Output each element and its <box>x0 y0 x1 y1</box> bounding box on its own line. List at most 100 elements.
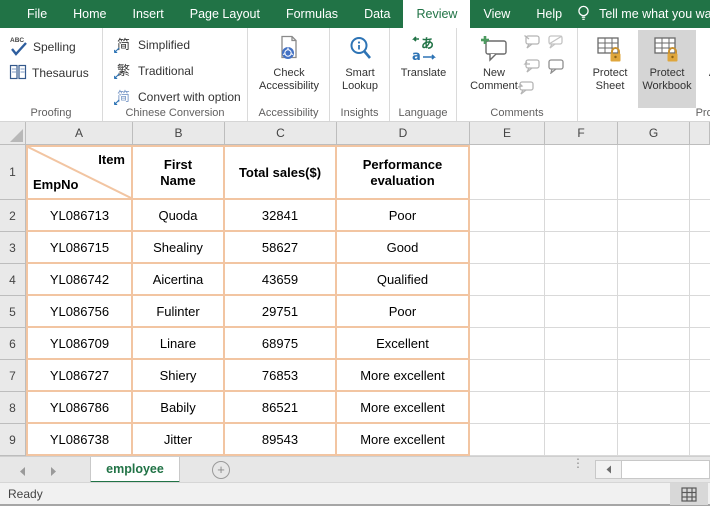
cell-C9[interactable]: 89543 <box>225 424 337 456</box>
tab-review[interactable]: Review <box>403 0 470 28</box>
cell-E4[interactable] <box>470 264 545 296</box>
cell-G4[interactable] <box>618 264 690 296</box>
tab-home[interactable]: Home <box>60 0 119 28</box>
tab-insert[interactable]: Insert <box>120 0 177 28</box>
cell-C8[interactable]: 86521 <box>225 392 337 424</box>
cell-H5[interactable] <box>690 296 710 328</box>
delete-comment-icon[interactable] <box>523 34 541 55</box>
simplified-button[interactable]: 简 ↙ Simplified <box>115 34 190 56</box>
tab-page-layout[interactable]: Page Layout <box>177 0 273 28</box>
cell-H4[interactable] <box>690 264 710 296</box>
row-header-9[interactable]: 9 <box>0 424 26 456</box>
col-header-C[interactable]: C <box>225 122 337 145</box>
cell-A2[interactable]: YL086713 <box>26 200 133 232</box>
cell-H1[interactable] <box>690 145 710 200</box>
cell-B3[interactable]: Shealiny <box>133 232 225 264</box>
horizontal-scrollbar[interactable] <box>595 460 710 479</box>
cell-F1[interactable] <box>545 145 618 200</box>
cell-H2[interactable] <box>690 200 710 232</box>
row-header-1[interactable]: 1 <box>0 145 26 200</box>
cell-C5[interactable]: 29751 <box>225 296 337 328</box>
col-header-partial[interactable] <box>690 122 710 145</box>
tab-data[interactable]: Data <box>351 0 403 28</box>
col-header-G[interactable]: G <box>618 122 690 145</box>
cell-E2[interactable] <box>470 200 545 232</box>
tab-file[interactable]: File <box>14 0 60 28</box>
cell-E8[interactable] <box>470 392 545 424</box>
cell-E1[interactable] <box>470 145 545 200</box>
row-header-2[interactable]: 2 <box>0 200 26 232</box>
cell-B9[interactable]: Jitter <box>133 424 225 456</box>
cell-A7[interactable]: YL086727 <box>26 360 133 392</box>
cell-G5[interactable] <box>618 296 690 328</box>
select-all-button[interactable] <box>0 122 26 145</box>
tab-strip-resize-handle[interactable]: ⋮ <box>572 460 584 467</box>
col-header-F[interactable]: F <box>545 122 618 145</box>
cell-E9[interactable] <box>470 424 545 456</box>
col-header-D[interactable]: D <box>337 122 470 145</box>
row-header-7[interactable]: 7 <box>0 360 26 392</box>
tab-view[interactable]: View <box>470 0 523 28</box>
cell-C6[interactable]: 68975 <box>225 328 337 360</box>
thesaurus-button[interactable]: Thesaurus <box>9 62 89 84</box>
cell-G9[interactable] <box>618 424 690 456</box>
show-comments-icon[interactable] <box>517 80 535 101</box>
spelling-button[interactable]: ABC Spelling <box>9 36 76 58</box>
cell-E5[interactable] <box>470 296 545 328</box>
translate-button[interactable]: あ a Translate <box>396 30 451 108</box>
cell-A9[interactable]: YL086738 <box>26 424 133 456</box>
check-accessibility-button[interactable]: Check Accessibility <box>261 30 317 108</box>
col-header-B[interactable]: B <box>133 122 225 145</box>
cell-C2[interactable]: 32841 <box>225 200 337 232</box>
cell-F9[interactable] <box>545 424 618 456</box>
cell-D6[interactable]: Excellent <box>337 328 470 360</box>
cell-C3[interactable]: 58627 <box>225 232 337 264</box>
cell-G1[interactable] <box>618 145 690 200</box>
cell-A5[interactable]: YL086756 <box>26 296 133 328</box>
cell-H9[interactable] <box>690 424 710 456</box>
smart-lookup-button[interactable]: Smart Lookup <box>336 30 384 108</box>
cell-B4[interactable]: Aicertina <box>133 264 225 296</box>
cell-G3[interactable] <box>618 232 690 264</box>
cell-H7[interactable] <box>690 360 710 392</box>
cell-B6[interactable]: Linare <box>133 328 225 360</box>
cell-D1[interactable]: Performance evaluation <box>337 145 470 200</box>
cell-B1[interactable]: First Name <box>133 145 225 200</box>
cell-A8[interactable]: YL086786 <box>26 392 133 424</box>
cell-D4[interactable]: Qualified <box>337 264 470 296</box>
cell-B2[interactable]: Quoda <box>133 200 225 232</box>
sheet-nav-left-icon[interactable] <box>18 464 28 482</box>
cell-E3[interactable] <box>470 232 545 264</box>
cell-G8[interactable] <box>618 392 690 424</box>
row-header-4[interactable]: 4 <box>0 264 26 296</box>
row-header-6[interactable]: 6 <box>0 328 26 360</box>
row-header-5[interactable]: 5 <box>0 296 26 328</box>
cell-B8[interactable]: Babily <box>133 392 225 424</box>
cell-F5[interactable] <box>545 296 618 328</box>
cell-G7[interactable] <box>618 360 690 392</box>
cell-H6[interactable] <box>690 328 710 360</box>
traditional-button[interactable]: 繁 ↙ Traditional <box>115 60 194 82</box>
sheet-tab-employee[interactable]: employee <box>90 457 180 483</box>
protect-workbook-button[interactable]: Protect Workbook <box>638 30 696 108</box>
cell-B7[interactable]: Shiery <box>133 360 225 392</box>
cell-F8[interactable] <box>545 392 618 424</box>
cell-G2[interactable] <box>618 200 690 232</box>
cell-D2[interactable]: Poor <box>337 200 470 232</box>
cell-A6[interactable]: YL086709 <box>26 328 133 360</box>
cell-F3[interactable] <box>545 232 618 264</box>
next-comment-icon[interactable] <box>547 58 565 79</box>
previous-comment-icon[interactable] <box>523 58 541 79</box>
sheet-nav-right-icon[interactable] <box>48 464 58 482</box>
cell-B5[interactable]: Fulinter <box>133 296 225 328</box>
new-sheet-button[interactable]: + <box>212 461 230 479</box>
cell-A1-diagonal[interactable]: Item EmpNo <box>26 145 133 200</box>
cell-F6[interactable] <box>545 328 618 360</box>
cell-F2[interactable] <box>545 200 618 232</box>
tab-help[interactable]: Help <box>523 0 575 28</box>
col-header-E[interactable]: E <box>470 122 545 145</box>
scroll-left-button[interactable] <box>596 461 622 478</box>
col-header-A[interactable]: A <box>26 122 133 145</box>
new-comment-button[interactable]: New Comment <box>467 30 521 108</box>
cell-D3[interactable]: Good <box>337 232 470 264</box>
